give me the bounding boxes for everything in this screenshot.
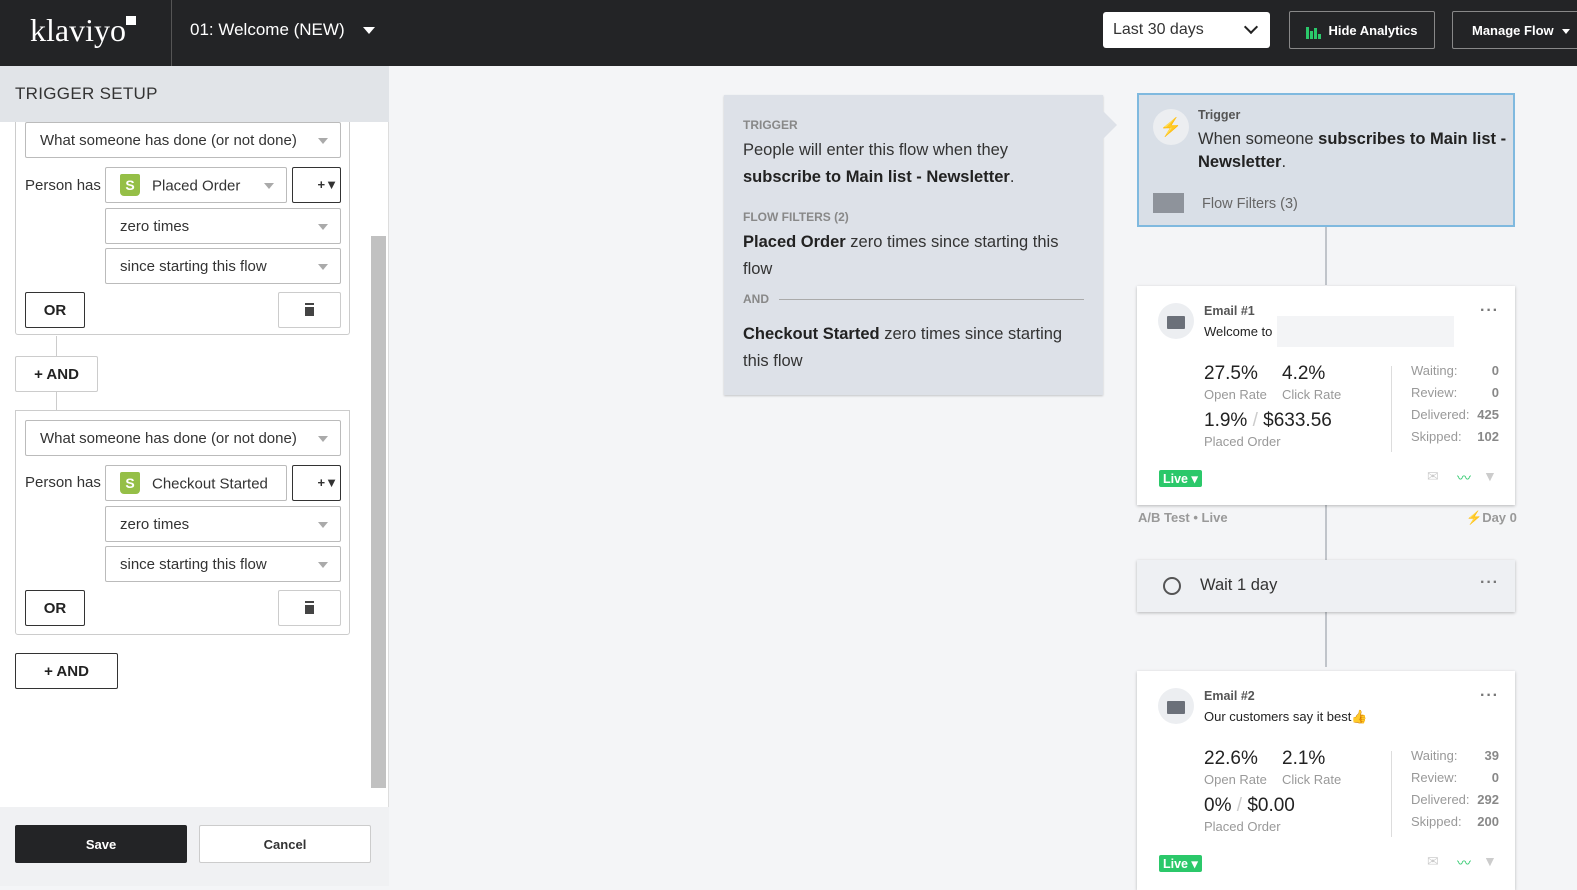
filter-1: Placed Order zero times since starting t… xyxy=(743,233,1059,278)
click-rate-label: Click Rate xyxy=(1282,772,1342,787)
event-select[interactable]: S Placed Order xyxy=(105,167,287,203)
filter-2: Checkout Started zero times since starti… xyxy=(743,325,1063,370)
wait-card[interactable]: Wait 1 day ··· xyxy=(1137,560,1515,612)
review-stat: Review: 0 xyxy=(1411,770,1499,785)
trigger-label: TRIGGER xyxy=(743,118,798,132)
email-title: Email #1 xyxy=(1204,304,1255,318)
clock-icon xyxy=(1163,577,1181,595)
panel-title: TRIGGER SETUP xyxy=(0,66,389,122)
klaviyo-logo[interactable]: klaviyo xyxy=(30,12,136,49)
click-rate: 4.2% xyxy=(1282,363,1326,384)
conversion-label: Placed Order xyxy=(1204,819,1281,834)
flow-name: 01: Welcome (NEW) xyxy=(190,20,345,39)
wait-label: Wait 1 day xyxy=(1200,576,1278,594)
condition-type-select[interactable]: What someone has done (or not done) xyxy=(25,420,341,456)
trigger-card-label: Trigger xyxy=(1198,108,1241,122)
waiting-stat: Waiting: 39 xyxy=(1411,748,1499,763)
skipped-stat: Skipped: 102 xyxy=(1411,429,1499,444)
delivered-stat: Delivered: 292 xyxy=(1411,792,1499,807)
email-check-icon[interactable]: ✉ xyxy=(1427,468,1439,485)
person-has-label: Person has xyxy=(25,177,101,194)
top-bar: klaviyo 01: Welcome (NEW) Last 30 days H… xyxy=(0,0,1577,66)
timeframe-select[interactable]: since starting this flow xyxy=(105,546,341,582)
condition-group-2: What someone has done (or not done) Pers… xyxy=(15,410,350,635)
divider xyxy=(171,0,172,66)
more-icon[interactable]: ··· xyxy=(1480,574,1499,592)
trend-icon[interactable]: 〰 xyxy=(1457,468,1471,488)
email-subject: Our customers say it best👍 xyxy=(1204,709,1368,724)
more-icon[interactable]: ··· xyxy=(1480,687,1499,705)
delivered-stat: Delivered: 425 xyxy=(1411,407,1499,422)
shopify-icon: S xyxy=(120,174,140,196)
scrollbar-thumb[interactable] xyxy=(371,236,386,788)
filter-icon[interactable]: ▼ xyxy=(1483,468,1497,484)
trash-icon xyxy=(305,603,314,614)
caret-down-icon xyxy=(362,27,375,35)
condition-type-select[interactable]: What someone has done (or not done) xyxy=(25,122,341,158)
cancel-button[interactable]: Cancel xyxy=(199,825,371,863)
open-rate: 22.6% xyxy=(1204,748,1258,769)
day-label: ⚡Day 0 xyxy=(1466,510,1517,525)
add-and-button[interactable]: + AND xyxy=(15,653,118,689)
email-subject: Welcome to xyxy=(1204,324,1273,339)
bar-chart-icon xyxy=(1306,24,1322,40)
trend-icon[interactable]: 〰 xyxy=(1457,853,1471,873)
email-icon xyxy=(1158,688,1194,724)
date-range-select[interactable]: Last 30 days xyxy=(1103,12,1270,48)
skipped-stat: Skipped: 200 xyxy=(1411,814,1499,829)
add-and-button[interactable]: + AND xyxy=(15,356,98,392)
trigger-card-description: When someone subscribes to Main list - N… xyxy=(1198,130,1507,171)
delete-button[interactable] xyxy=(278,590,341,626)
waiting-stat: Waiting: 0 xyxy=(1411,363,1499,378)
trigger-description: People will enter this flow when they su… xyxy=(743,141,1015,186)
trigger-setup-panel: TRIGGER SETUP What someone has done (or … xyxy=(0,66,389,886)
or-button[interactable]: OR xyxy=(25,590,85,626)
and-separator: AND xyxy=(743,291,1084,307)
chevron-down-icon xyxy=(1243,19,1259,35)
status-badge[interactable]: Live ▾ xyxy=(1159,470,1202,487)
status-badge[interactable]: Live ▾ xyxy=(1159,855,1202,872)
condition-group-1: What someone has done (or not done) Pers… xyxy=(15,122,350,335)
caret-down-icon xyxy=(1561,29,1570,35)
or-button[interactable]: OR xyxy=(25,292,85,328)
frequency-select[interactable]: zero times xyxy=(105,208,341,244)
flow-name-dropdown[interactable]: 01: Welcome (NEW) xyxy=(190,20,375,40)
filter-list-icon xyxy=(1153,193,1184,213)
trigger-info-popover: TRIGGER People will enter this flow when… xyxy=(724,95,1117,395)
click-rate: 2.1% xyxy=(1282,748,1326,769)
add-filter-button[interactable]: +▼ xyxy=(292,167,341,203)
email-card-2[interactable]: Email #2 Our customers say it best👍 ··· … xyxy=(1137,671,1515,890)
open-rate: 27.5% xyxy=(1204,363,1258,384)
trash-icon xyxy=(305,305,314,316)
email-title: Email #2 xyxy=(1204,689,1255,703)
review-stat: Review: 0 xyxy=(1411,385,1499,400)
hide-analytics-button[interactable]: Hide Analytics xyxy=(1289,11,1435,49)
email-icon xyxy=(1158,303,1194,339)
add-filter-button[interactable]: +▼ xyxy=(292,465,341,501)
conversion: 1.9% / $633.56 xyxy=(1204,410,1332,431)
flow-filters-link[interactable]: Flow Filters (3) xyxy=(1202,196,1298,212)
open-rate-label: Open Rate xyxy=(1204,387,1267,402)
email-card-1[interactable]: Email #1 Welcome to ··· 27.5% Open Rate … xyxy=(1137,286,1515,505)
more-icon[interactable]: ··· xyxy=(1480,302,1499,320)
manage-flow-button[interactable]: Manage Flow xyxy=(1452,11,1577,49)
lightning-icon: ⚡ xyxy=(1153,109,1189,145)
flow-filters-label: FLOW FILTERS (2) xyxy=(743,210,849,224)
open-rate-label: Open Rate xyxy=(1204,772,1267,787)
trigger-card[interactable]: ⚡ Trigger When someone subscribes to Mai… xyxy=(1137,93,1515,227)
ab-test-label: A/B Test • Live xyxy=(1138,510,1228,525)
conversion: 0% / $0.00 xyxy=(1204,795,1295,816)
click-rate-label: Click Rate xyxy=(1282,387,1342,402)
conversion-label: Placed Order xyxy=(1204,434,1281,449)
save-button[interactable]: Save xyxy=(15,825,187,863)
person-has-label: Person has xyxy=(25,474,101,491)
email-check-icon[interactable]: ✉ xyxy=(1427,853,1439,870)
timeframe-select[interactable]: since starting this flow xyxy=(105,248,341,284)
filter-icon[interactable]: ▼ xyxy=(1483,853,1497,869)
frequency-select[interactable]: zero times xyxy=(105,506,341,542)
delete-button[interactable] xyxy=(278,292,341,328)
event-select[interactable]: S Checkout Started xyxy=(105,465,287,501)
shopify-icon: S xyxy=(120,472,140,494)
